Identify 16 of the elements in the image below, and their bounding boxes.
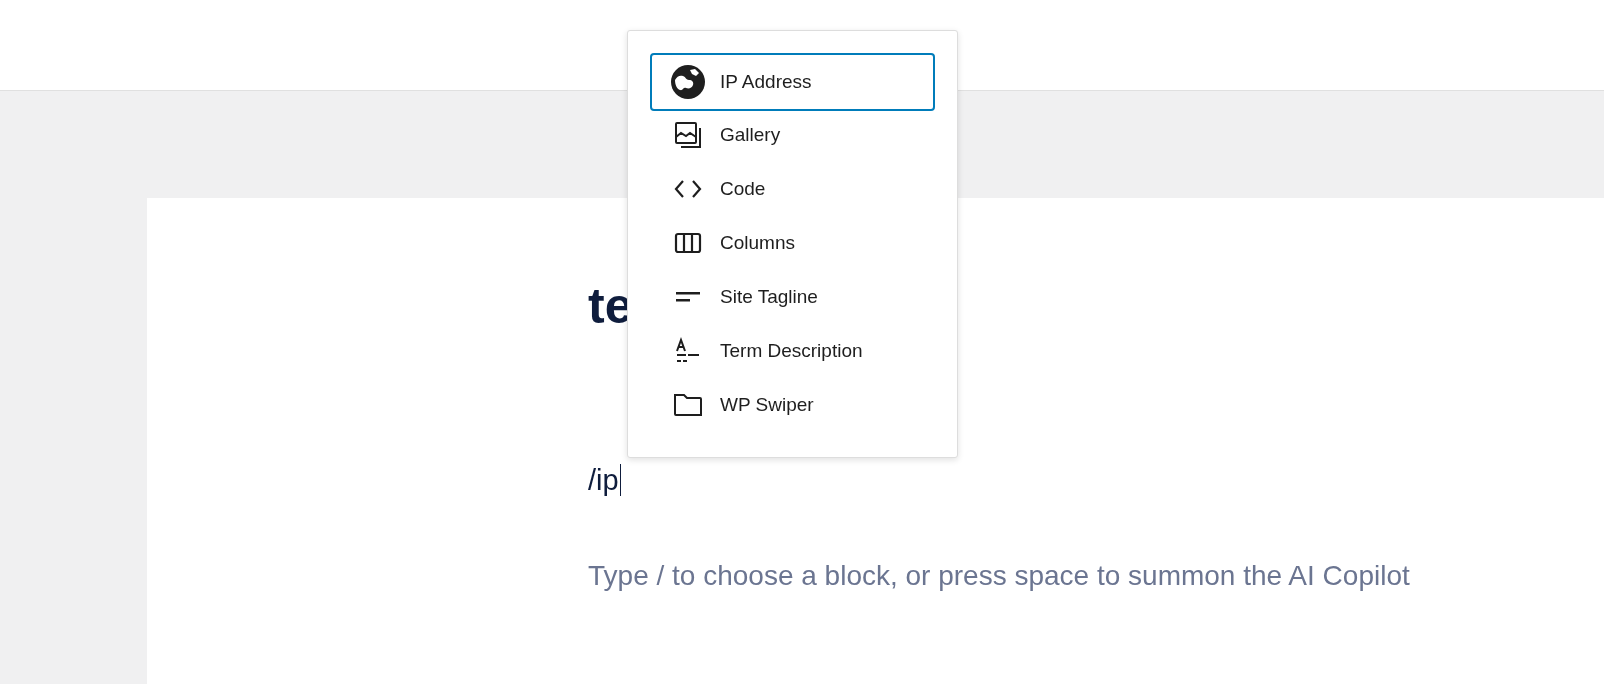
globe-icon <box>670 64 706 100</box>
menu-item[interactable]: WP Swiper <box>650 378 935 432</box>
menu-item[interactable]: Gallery <box>650 108 935 162</box>
text-caret <box>619 464 621 496</box>
typed-text[interactable]: /ip <box>588 462 619 498</box>
menu-item[interactable]: Site Tagline <box>650 270 935 324</box>
menu-item[interactable]: IP Address <box>650 53 935 111</box>
text-lines-icon <box>674 290 702 304</box>
menu-item[interactable]: Columns <box>650 216 935 270</box>
paragraph-input[interactable]: Type / to choose a block, or press space to summon the AI Copilot <box>588 558 1410 594</box>
menu-item[interactable]: Term Description <box>650 324 935 378</box>
menu-item[interactable]: Code <box>650 162 935 216</box>
folder-icon <box>673 392 703 418</box>
gallery-icon <box>674 121 702 149</box>
text-description-icon <box>674 337 702 365</box>
columns-icon <box>674 232 702 254</box>
